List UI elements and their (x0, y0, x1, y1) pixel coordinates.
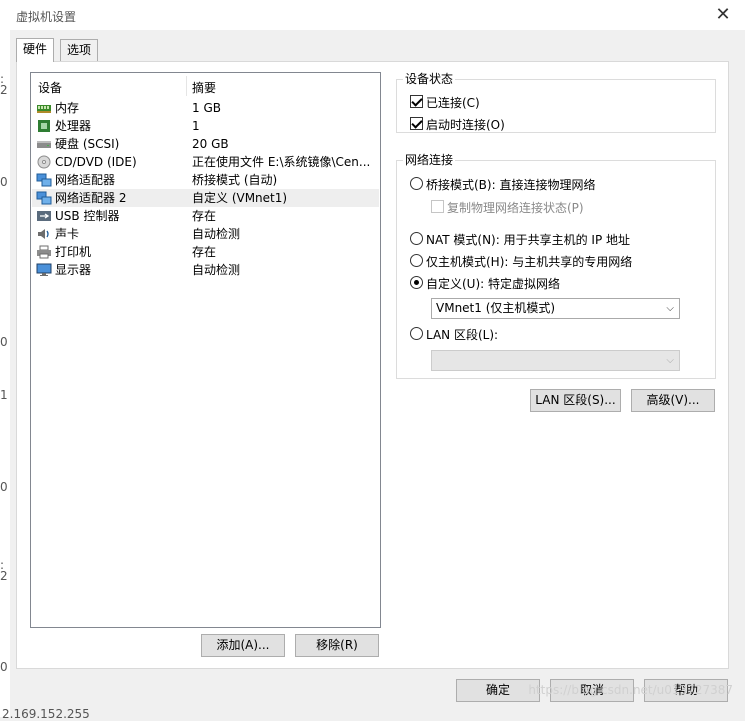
lan-segments-button[interactable]: LAN 区段(S)... (530, 389, 621, 412)
hard-disk-icon (37, 141, 51, 148)
device-summary: 1 (192, 119, 200, 133)
bg-fragment: 2 (0, 83, 8, 97)
custom-label[interactable]: 自定义(U): 特定虚拟网络 (426, 275, 560, 292)
device-name: 声卡 (55, 227, 80, 241)
device-status-label: 设备状态 (403, 72, 456, 86)
device-row-network-adapter[interactable]: 网络适配器 桥接模式 (自动) (32, 171, 379, 189)
device-summary: 存在 (192, 209, 217, 223)
advanced-button[interactable]: 高级(V)... (631, 389, 715, 412)
replicate-state-label: 复制物理网络连接状态(P) (447, 201, 584, 215)
device-name: 内存 (55, 101, 80, 115)
custom-radio[interactable] (410, 276, 423, 289)
vm-settings-window: 虚拟机设置 ✕ : 2 0 0 1 0 : 2 0 2.169.152.255 … (0, 0, 745, 721)
device-name: 网络适配器 (55, 173, 116, 187)
device-summary: 20 GB (192, 137, 229, 151)
add-device-button[interactable]: 添加(A)... (201, 634, 285, 657)
device-row-usb-controller[interactable]: USB 控制器 存在 (32, 207, 379, 225)
watermark-text: https://blog.csdn.net/u013727387 (528, 683, 733, 697)
device-summary: 自定义 (VMnet1) (192, 191, 288, 205)
device-summary: 正在使用文件 E:\系统镜像\Cen... (192, 155, 371, 169)
usb-icon (37, 211, 51, 221)
close-icon[interactable]: ✕ (711, 4, 735, 26)
device-row-network-adapter-2[interactable]: 网络适配器 2 自定义 (VMnet1) (32, 189, 379, 207)
connect-at-power-on-checkbox[interactable] (410, 117, 423, 130)
custom-network-select[interactable]: VMnet1 (仅主机模式) ⌵ (431, 298, 680, 319)
host-only-radio[interactable] (410, 254, 423, 267)
host-only-label[interactable]: 仅主机模式(H): 与主机共享的专用网络 (426, 253, 632, 270)
device-row-processor[interactable]: 处理器 1 (32, 117, 379, 135)
memory-icon (37, 105, 51, 113)
device-summary: 1 GB (192, 101, 221, 115)
speaker-icon (38, 229, 49, 239)
network-adapter-icon (36, 173, 52, 187)
connect-at-power-on-label[interactable]: 启动时连接(O) (426, 116, 505, 133)
hardware-panel: 设备 摘要 内存 1 GB 处理器 1 硬盘 (SCSI) 20 GB CD/D… (16, 61, 729, 669)
device-name: 显示器 (55, 263, 92, 277)
column-separator[interactable] (186, 76, 187, 96)
device-row-memory[interactable]: 内存 1 GB (32, 99, 379, 117)
network-adapter-icon (36, 191, 52, 205)
bridged-label[interactable]: 桥接模式(B): 直接连接物理网络 (426, 176, 595, 193)
bg-fragment: 0 (0, 660, 8, 674)
nat-label[interactable]: NAT 模式(N): 用于共享主机的 IP 地址 (426, 231, 630, 248)
bg-fragment: 0 (0, 335, 8, 349)
device-row-hard-disk[interactable]: 硬盘 (SCSI) 20 GB (32, 135, 379, 153)
device-row-display[interactable]: 显示器 自动检测 (32, 261, 379, 279)
device-name: 硬盘 (SCSI) (55, 137, 120, 151)
device-name: CD/DVD (IDE) (55, 155, 137, 169)
device-status-group: 设备状态 已连接(C) 启动时连接(O) (396, 72, 716, 133)
chevron-down-icon: ⌵ (666, 355, 674, 366)
display-icon (36, 263, 52, 276)
network-connection-group: 网络连接 桥接模式(B): 直接连接物理网络 复制物理网络连接状态(P) NAT… (396, 153, 716, 379)
device-row-printer[interactable]: 打印机 存在 (32, 243, 379, 261)
background-window-strip: : 2 0 0 1 0 : 2 0 (0, 30, 10, 717)
device-summary: 存在 (192, 245, 217, 259)
device-name: USB 控制器 (55, 209, 120, 223)
title-bar: 虚拟机设置 ✕ (0, 0, 745, 30)
bridged-radio[interactable] (410, 177, 423, 190)
custom-network-value: VMnet1 (仅主机模式) (436, 301, 556, 315)
cd-dvd-icon (37, 155, 51, 169)
tab-hardware[interactable]: 硬件 (16, 38, 55, 62)
device-summary: 自动检测 (192, 263, 241, 277)
processor-icon (38, 120, 50, 132)
nat-radio[interactable] (410, 232, 423, 245)
network-connection-label: 网络连接 (403, 153, 456, 167)
bg-fragment: 1 (0, 388, 8, 402)
device-row-cd-dvd[interactable]: CD/DVD (IDE) 正在使用文件 E:\系统镜像\Cen... (32, 153, 379, 171)
lan-segment-radio[interactable] (410, 327, 423, 340)
lan-segment-select: ⌵ (431, 350, 680, 371)
chevron-down-icon: ⌵ (666, 303, 674, 314)
column-header-device[interactable]: 设备 (38, 79, 62, 96)
replicate-state-checkbox[interactable] (431, 200, 444, 213)
tab-hardware-label: 硬件 (23, 42, 48, 56)
window-title: 虚拟机设置 (16, 10, 77, 24)
bg-fragment: 2 (0, 569, 8, 583)
device-list[interactable]: 设备 摘要 内存 1 GB 处理器 1 硬盘 (SCSI) 20 GB CD/D… (30, 72, 381, 628)
tab-options[interactable]: 选项 (60, 39, 99, 61)
connected-checkbox[interactable] (410, 95, 423, 108)
device-name: 处理器 (55, 119, 92, 133)
lan-segment-label[interactable]: LAN 区段(L): (426, 326, 498, 343)
column-header-summary[interactable]: 摘要 (192, 79, 216, 96)
bg-fragment: 0 (0, 175, 8, 189)
device-summary: 桥接模式 (自动) (192, 173, 278, 187)
bg-fragment: 0 (0, 480, 8, 494)
device-name: 网络适配器 2 (55, 191, 127, 205)
device-name: 打印机 (55, 245, 92, 259)
tab-options-label: 选项 (67, 43, 92, 57)
device-row-sound-card[interactable]: 声卡 自动检测 (32, 225, 379, 243)
printer-icon (37, 245, 51, 259)
bg-fragment-bottom: 2.169.152.255 (2, 707, 90, 721)
remove-device-button[interactable]: 移除(R) (295, 634, 379, 657)
device-summary: 自动检测 (192, 227, 241, 241)
connected-label[interactable]: 已连接(C) (426, 94, 480, 111)
